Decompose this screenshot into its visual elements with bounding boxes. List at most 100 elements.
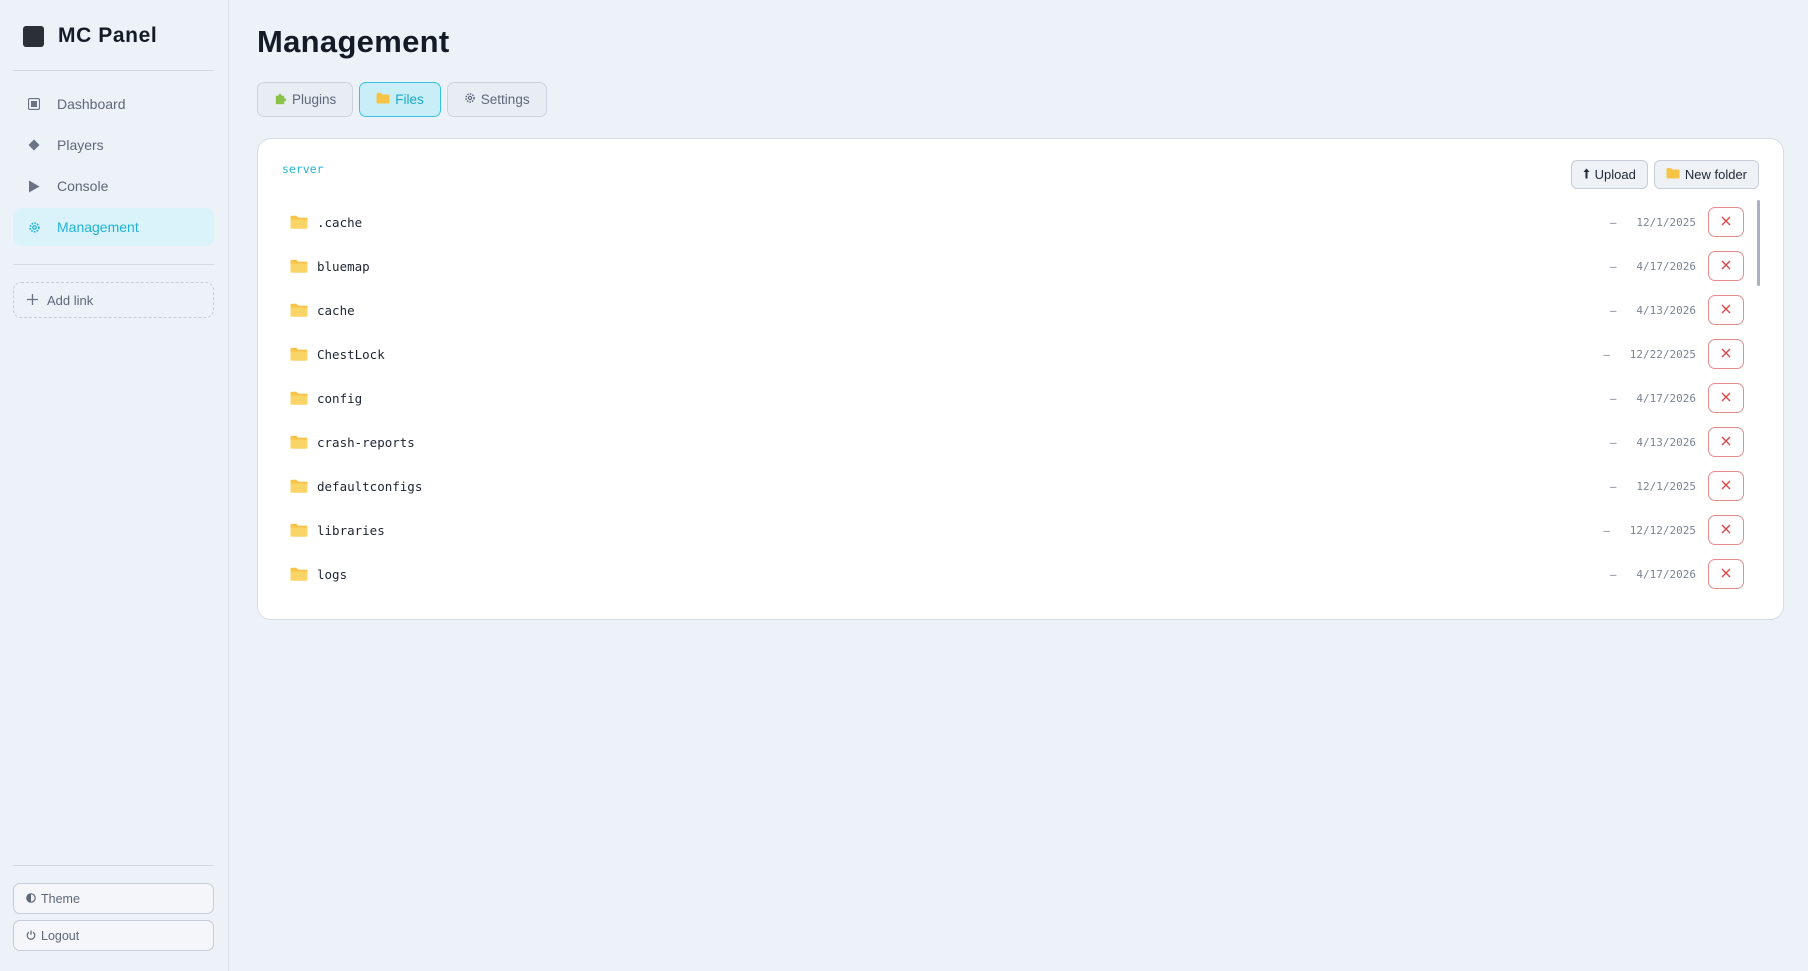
file-name[interactable]: libraries [317,523,385,538]
folder-icon [290,435,308,449]
file-meta: — 12/1/2025 [1610,480,1696,493]
file-name[interactable]: crash-reports [317,435,415,450]
sidebar-item-label: Console [57,178,109,194]
delete-button[interactable] [1708,295,1744,325]
file-date: 12/12/2025 [1629,523,1696,537]
sidebar-item-players[interactable]: Players [13,126,214,164]
folder-icon [290,479,308,493]
file-row[interactable]: bluemap — 4/17/2026 [288,244,1748,288]
file-meta: — 4/17/2026 [1610,568,1696,581]
file-meta: — 4/17/2026 [1610,260,1696,273]
delete-button[interactable] [1708,383,1744,413]
upload-arrow-icon [1583,167,1590,182]
close-icon [1721,257,1731,275]
file-row[interactable]: crash-reports — 4/13/2026 [288,420,1748,464]
file-name[interactable]: config [317,391,362,406]
file-meta: — 4/17/2026 [1610,392,1696,405]
file-name[interactable]: cache [317,303,355,318]
file-browser-panel: server Upload New folder .cache — 12/1/2… [257,138,1784,620]
tab-label: Files [395,92,424,107]
theme-button[interactable]: Theme [13,883,214,914]
file-size: — [1609,479,1617,493]
file-row[interactable]: config — 4/17/2026 [288,376,1748,420]
file-meta: — 4/13/2026 [1610,304,1696,317]
file-size: — [1609,215,1617,229]
file-date: 12/1/2025 [1636,479,1696,493]
sidebar: MC Panel Dashboard Players Console Manag… [0,0,229,971]
file-meta: — 12/12/2025 [1603,524,1696,537]
close-icon [1721,477,1731,495]
sidebar-divider [13,865,214,866]
delete-button[interactable] [1708,339,1744,369]
delete-button[interactable] [1708,251,1744,281]
delete-button[interactable] [1708,207,1744,237]
gear-icon [464,92,476,107]
logout-label: Logout [41,928,80,943]
file-name[interactable]: bluemap [317,259,370,274]
delete-button[interactable] [1708,515,1744,545]
file-date: 4/13/2026 [1636,303,1696,317]
logout-button[interactable]: Logout [13,920,214,951]
sidebar-item-label: Players [57,137,104,153]
file-meta: — 12/1/2025 [1610,216,1696,229]
add-link-button[interactable]: Add link [13,282,214,318]
brand[interactable]: MC Panel [23,24,157,48]
file-row[interactable]: defaultconfigs — 12/1/2025 [288,464,1748,508]
new-folder-button[interactable]: New folder [1653,160,1759,189]
file-name[interactable]: .cache [317,215,362,230]
tab-label: Settings [480,92,530,107]
file-name[interactable]: logs [317,567,347,582]
file-name[interactable]: defaultconfigs [317,479,422,494]
file-date: 12/1/2025 [1636,215,1696,229]
folder-icon [290,303,308,317]
sidebar-divider [13,264,214,265]
file-date: 4/17/2026 [1636,567,1696,581]
upload-label: Upload [1594,167,1636,182]
file-meta: — 4/13/2026 [1610,436,1696,449]
play-triangle-icon [27,179,41,193]
file-date: 12/22/2025 [1629,347,1696,361]
close-icon [1721,565,1731,583]
file-row[interactable]: ChestLock — 12/22/2025 [288,332,1748,376]
new-folder-label: New folder [1684,167,1747,182]
theme-label: Theme [41,891,80,906]
file-size: — [1603,347,1610,361]
power-icon [26,929,36,943]
sidebar-divider [13,70,214,71]
breadcrumb-path[interactable]: server [282,162,324,176]
close-icon [1721,521,1731,539]
app-logo-icon [23,25,44,47]
delete-button[interactable] [1708,427,1744,457]
tab-bar: Plugins Files Settings [257,82,547,117]
file-actions: Upload New folder [1570,160,1759,189]
file-list-scrollbar[interactable] [1757,200,1760,286]
folder-icon [290,391,308,405]
delete-button[interactable] [1708,559,1744,589]
file-date: 4/17/2026 [1636,391,1696,405]
sidebar-item-label: Management [57,219,139,235]
delete-button[interactable] [1708,471,1744,501]
tab-files[interactable]: Files [359,82,441,117]
sidebar-item-dashboard[interactable]: Dashboard [13,85,214,123]
file-row[interactable]: .cache — 12/1/2025 [288,200,1748,244]
page-title: Management [257,24,450,59]
sidebar-item-management[interactable]: Management [13,208,214,246]
folder-icon [290,567,308,581]
file-row[interactable]: logs — 4/17/2026 [288,552,1748,596]
folder-icon [376,92,390,107]
plus-icon [27,293,38,308]
close-icon [1721,213,1731,231]
sidebar-item-console[interactable]: Console [13,167,214,205]
dashboard-square-icon [27,97,41,111]
file-row[interactable]: cache — 4/13/2026 [288,288,1748,332]
diamond-icon [27,138,41,152]
file-row[interactable]: libraries — 12/12/2025 [288,508,1748,552]
close-icon [1721,433,1731,451]
close-icon [1721,389,1731,407]
upload-button[interactable]: Upload [1570,160,1648,189]
close-icon [1721,345,1731,363]
tab-plugins[interactable]: Plugins [257,82,354,117]
file-size: — [1603,523,1610,537]
tab-settings[interactable]: Settings [446,82,547,117]
file-name[interactable]: ChestLock [317,347,385,362]
